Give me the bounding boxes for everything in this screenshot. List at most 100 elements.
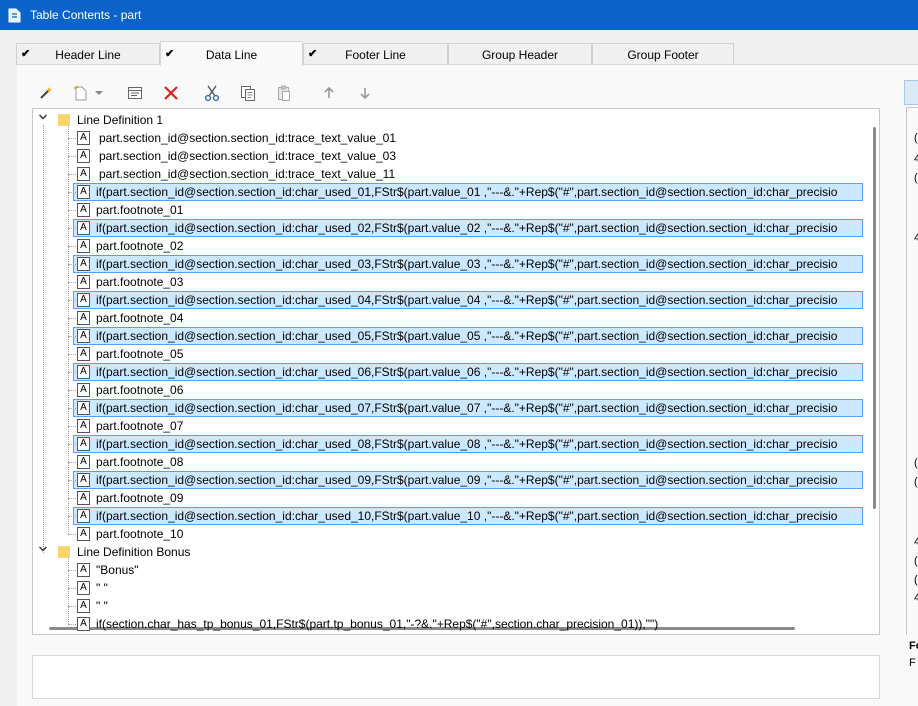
- expression-preview-box[interactable]: [32, 655, 880, 699]
- tree-item-label: if(part.section_id@section.section_id:ch…: [96, 401, 838, 415]
- delete-button[interactable]: [160, 82, 182, 104]
- tab-footer-line[interactable]: ✔ Footer Line: [303, 43, 448, 65]
- tree-item-row[interactable]: Apart.footnote_03: [33, 273, 863, 291]
- text-field-icon: A: [77, 365, 90, 379]
- side-panel-text: Fe: [909, 640, 918, 652]
- tree-item-label: if(part.section_id@section.section_id:ch…: [96, 509, 838, 523]
- tree-item-row[interactable]: Apart.section_id@section.section_id:trac…: [33, 147, 863, 165]
- chevron-down-icon[interactable]: [38, 544, 50, 558]
- tree-item-row[interactable]: Apart.section_id@section.section_id:trac…: [33, 165, 863, 183]
- side-panel-button[interactable]: [904, 80, 918, 105]
- tree-connector: [68, 426, 76, 427]
- tree-item-label: if(part.section_id@section.section_id:ch…: [96, 293, 838, 307]
- text-field-icon: A: [77, 149, 90, 163]
- vertical-scrollbar[interactable]: [873, 127, 876, 509]
- tab-group-footer[interactable]: Group Footer: [592, 43, 734, 65]
- tree-item-row[interactable]: Apart.footnote_07: [33, 417, 863, 435]
- tree-item-label: if(section.char_has_tp_bonus_01,FStr$(pa…: [96, 617, 659, 631]
- cut-button[interactable]: [201, 82, 223, 104]
- move-down-icon: [360, 88, 370, 100]
- tree-item-row[interactable]: Apart.footnote_04: [33, 309, 863, 327]
- tree-item-label: part.footnote_04: [96, 311, 184, 325]
- tree-item-label: part.footnote_09: [96, 491, 184, 505]
- tree-item-label: part.footnote_02: [96, 239, 184, 253]
- tree-item-row[interactable]: Apart.section_id@section.section_id:trac…: [33, 129, 863, 147]
- window-title: Table Contents - part: [30, 8, 142, 22]
- wand-button[interactable]: [35, 82, 57, 104]
- tree-group-row[interactable]: Line Definition Bonus: [33, 543, 863, 561]
- tree-item-row[interactable]: Apart.footnote_06: [33, 381, 863, 399]
- tree-connector: [68, 156, 76, 157]
- tree-item-label: if(part.section_id@section.section_id:ch…: [96, 257, 838, 271]
- tree-group-row[interactable]: Line Definition 1: [33, 111, 863, 129]
- tree-connector: [68, 498, 76, 499]
- chevron-down-icon[interactable]: [38, 112, 50, 126]
- tree-group-label: Line Definition 1: [77, 113, 164, 127]
- tree-item-row[interactable]: Aif(part.section_id@section.section_id:c…: [33, 255, 863, 273]
- tree-item-row[interactable]: A " ": [33, 597, 863, 615]
- tree-connector: [68, 588, 76, 589]
- line-definition-tree[interactable]: Line Definition 1 Apart.section_id@sectio…: [32, 108, 880, 635]
- delete-icon: [164, 86, 178, 100]
- text-field-icon: A: [77, 437, 90, 451]
- copy-button[interactable]: [237, 82, 259, 104]
- text-field-icon: A: [77, 491, 90, 505]
- side-panel-text: (: [914, 132, 918, 144]
- text-field-icon: A: [77, 293, 90, 307]
- properties-button[interactable]: [124, 82, 146, 104]
- text-field-icon: A: [77, 257, 90, 271]
- dropdown-arrow-icon: [95, 91, 103, 95]
- new-item-button[interactable]: [70, 82, 92, 104]
- tree-connector: [68, 372, 76, 373]
- tree-item-row[interactable]: Aif(part.section_id@section.section_id:c…: [33, 471, 863, 489]
- text-field-icon: A: [77, 473, 90, 487]
- tree-connector: [68, 192, 76, 193]
- tree-item-label: part.section_id@section.section_id:trace…: [99, 167, 396, 181]
- tree-item-row[interactable]: Aif(part.section_id@section.section_id:c…: [33, 363, 863, 381]
- tree-item-row[interactable]: Aif(part.section_id@section.section_id:c…: [33, 219, 863, 237]
- tree-item-row[interactable]: A "Bonus": [33, 561, 863, 579]
- tree-item-row[interactable]: Apart.footnote_05: [33, 345, 863, 363]
- text-field-icon: A: [77, 131, 90, 145]
- tree-connector: [68, 516, 76, 517]
- tree-connector: [68, 300, 76, 301]
- tree-item-row[interactable]: Apart.footnote_08: [33, 453, 863, 471]
- tree-item-label: if(part.section_id@section.section_id:ch…: [96, 221, 838, 235]
- paste-button[interactable]: [273, 82, 295, 104]
- tree-item-row[interactable]: Aif(part.section_id@section.section_id:c…: [33, 399, 863, 417]
- tree-item-label: part.footnote_05: [96, 347, 184, 361]
- tree-connector: [68, 138, 76, 139]
- text-field-icon: A: [77, 329, 90, 343]
- tree-item-row[interactable]: Apart.footnote_02: [33, 237, 863, 255]
- tree-item-row[interactable]: Aif(part.section_id@section.section_id:c…: [33, 507, 863, 525]
- tab-data-line[interactable]: ✔ Data Line: [160, 41, 303, 66]
- tree-connector: [68, 318, 76, 319]
- tree-item-row[interactable]: Apart.footnote_09: [33, 489, 863, 507]
- tree-item-row[interactable]: Aif(part.section_id@section.section_id:c…: [33, 435, 863, 453]
- side-panel-text: F: [909, 657, 916, 669]
- tree-item-row[interactable]: Aif(section.char_has_tp_bonus_01,FStr$(p…: [33, 615, 863, 633]
- text-field-icon: A: [77, 401, 90, 415]
- tree-item-label: part.footnote_01: [96, 203, 184, 217]
- tree-item-row[interactable]: Apart.footnote_01: [33, 201, 863, 219]
- move-up-button[interactable]: [318, 82, 340, 104]
- tree-connector: [68, 264, 76, 265]
- tab-label: Group Header: [481, 48, 559, 62]
- tree-item-row[interactable]: Aif(part.section_id@section.section_id:c…: [33, 327, 863, 345]
- tree-item-row[interactable]: Aif(part.section_id@section.section_id:c…: [33, 291, 863, 309]
- tab-header-line[interactable]: ✔ Header Line: [16, 43, 160, 65]
- move-down-button[interactable]: [354, 82, 376, 104]
- tree-item-row[interactable]: A " ": [33, 579, 863, 597]
- text-field-icon: A: [77, 275, 90, 289]
- copy-icon: [241, 86, 255, 101]
- tree-connector: [68, 282, 76, 283]
- tree-item-row[interactable]: Apart.footnote_10: [33, 525, 863, 543]
- tab-strip: ✔ Header Line ✔ Data Line ✔ Footer Line …: [16, 41, 736, 66]
- new-item-dropdown[interactable]: [92, 82, 106, 104]
- tab-label: Header Line: [55, 48, 121, 62]
- tree-connector: [68, 246, 76, 247]
- tree-item-row[interactable]: Aif(part.section_id@section.section_id:c…: [33, 183, 863, 201]
- tree-connector: [68, 174, 76, 175]
- tab-group-header[interactable]: Group Header: [448, 43, 592, 65]
- side-panel-text: (: [914, 574, 918, 586]
